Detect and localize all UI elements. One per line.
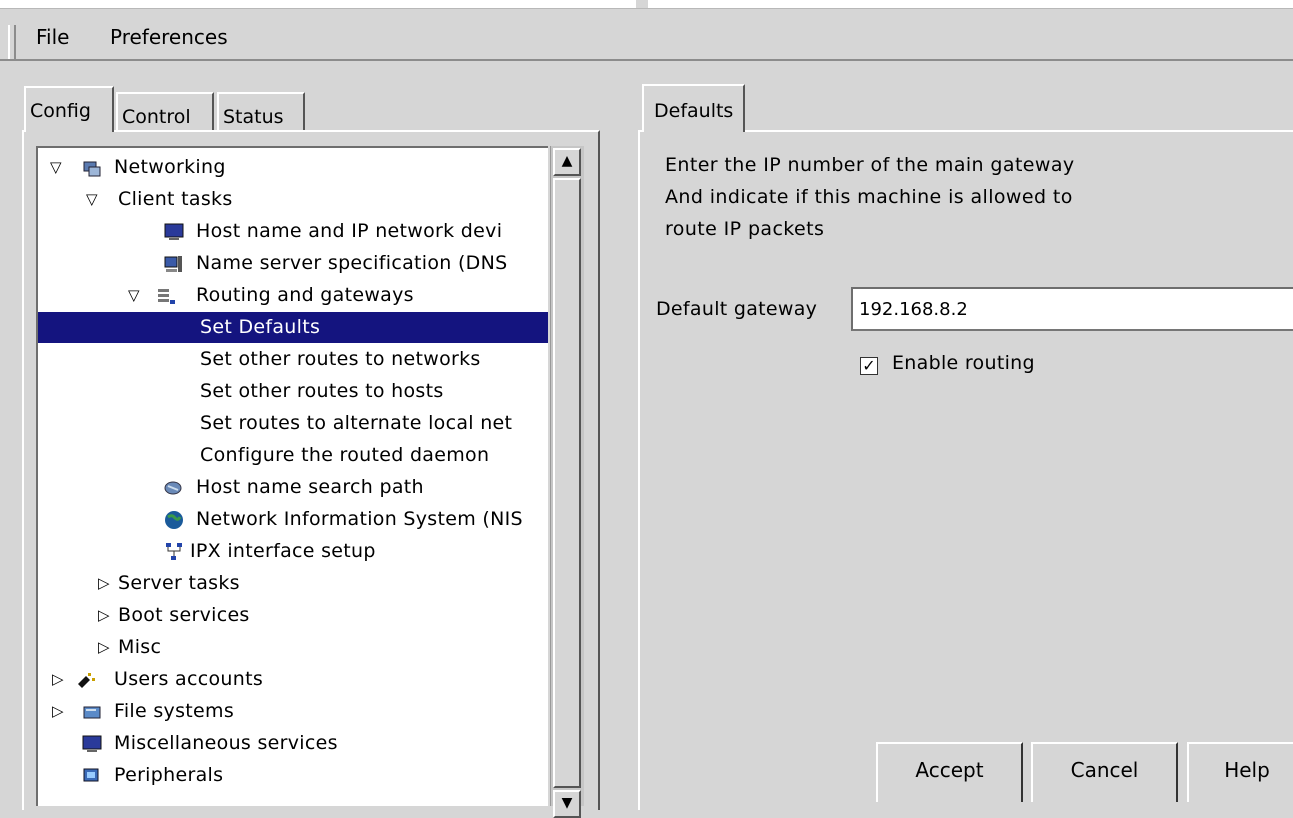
expand-triangle-icon[interactable]: ▷ — [52, 664, 64, 695]
tree-item-label: Server tasks — [118, 572, 240, 594]
tree-item-client-tasks[interactable]: ▽ Client tasks — [38, 184, 548, 215]
tree-item-label: Boot services — [118, 604, 250, 626]
disk-icon — [83, 706, 101, 719]
router-icon — [158, 289, 175, 304]
monitor-icon — [164, 223, 184, 240]
networking-icon — [83, 161, 101, 177]
checkmark-icon: ✓ — [862, 356, 876, 375]
expand-triangle-icon[interactable]: ▷ — [98, 568, 110, 599]
tree-item-label: File systems — [114, 700, 235, 722]
cancel-button[interactable]: Cancel — [1031, 742, 1178, 802]
tree-item-routing-gateways[interactable]: ▽ Routing and gateways — [38, 280, 548, 311]
default-gateway-input[interactable] — [851, 287, 1293, 331]
monitor-icon — [82, 735, 102, 752]
expand-triangle-icon[interactable]: ▷ — [98, 632, 110, 663]
magnifier-icon — [164, 481, 182, 495]
menu-file[interactable]: File — [36, 25, 69, 49]
ipx-network-icon — [166, 543, 182, 560]
tree-item-label: Peripherals — [114, 764, 224, 786]
tree-item-routes-networks[interactable]: Set other routes to networks — [38, 344, 548, 375]
tree-item-label: Host name search path — [196, 476, 424, 498]
enable-routing-label[interactable]: Enable routing — [892, 352, 1035, 374]
tree-item-label: Network Information System (NIS — [196, 508, 523, 530]
title-notch — [636, 0, 648, 8]
collapse-triangle-icon[interactable]: ▽ — [86, 184, 98, 215]
scroll-up-arrow-icon[interactable]: ▲ — [553, 148, 581, 176]
tree-item-label: Host name and IP network devi — [196, 220, 503, 242]
tree-item-routed-daemon[interactable]: Configure the routed daemon — [38, 440, 548, 471]
tab-config[interactable]: Config — [24, 86, 114, 132]
tree-item-boot-services[interactable]: ▷ Boot services — [38, 600, 548, 631]
tree-item-set-defaults[interactable]: Set Defaults — [38, 312, 548, 343]
tree-item-name-server[interactable]: Name server specification (DNS — [38, 248, 548, 279]
tree-item-search-path[interactable]: Host name search path — [38, 472, 548, 503]
menu-preferences[interactable]: Preferences — [110, 25, 228, 49]
tree-item-label: Set other routes to hosts — [200, 380, 444, 402]
tree-item-users-accounts[interactable]: ▷ Users accounts — [38, 664, 548, 695]
tree-item-nis[interactable]: Network Information System (NIS — [38, 504, 548, 535]
tree-item-routes-alternate[interactable]: Set routes to alternate local net — [38, 408, 548, 439]
users-icon — [78, 673, 95, 688]
tree-item-label: IPX interface setup — [190, 540, 376, 562]
tree-item-label: Misc — [118, 636, 162, 658]
tree-item-misc-services[interactable]: Miscellaneous services — [38, 728, 548, 759]
default-gateway-label: Default gateway — [656, 298, 818, 320]
tree-item-misc[interactable]: ▷ Misc — [38, 632, 548, 663]
tree-scrollbar[interactable]: ▲ ▼ — [550, 146, 584, 818]
collapse-triangle-icon[interactable]: ▽ — [50, 152, 62, 183]
expand-triangle-icon[interactable]: ▷ — [52, 696, 64, 727]
tree-item-host-name[interactable]: Host name and IP network devi — [38, 216, 548, 247]
scrollbar-thumb[interactable] — [553, 178, 581, 788]
tree-item-label: Set Defaults — [200, 316, 321, 338]
enable-routing-checkbox[interactable]: ✓ — [860, 357, 878, 375]
tree-item-label: Set routes to alternate local net — [200, 412, 513, 434]
tree-item-file-systems[interactable]: ▷ File systems — [38, 696, 548, 727]
description-line-1: Enter the IP number of the main gateway — [665, 154, 1075, 176]
tab-defaults[interactable]: Defaults — [642, 84, 746, 132]
tree-item-networking[interactable]: ▽ Networking — [38, 152, 548, 183]
tree-item-label: Set other routes to networks — [200, 348, 481, 370]
server-icon — [164, 256, 182, 272]
expand-triangle-icon[interactable]: ▷ — [98, 600, 110, 631]
scroll-down-arrow-icon[interactable]: ▼ — [553, 790, 581, 818]
globe-icon — [165, 511, 183, 529]
tree-item-label: Networking — [114, 156, 226, 178]
accept-button[interactable]: Accept — [876, 742, 1023, 802]
tree-item-server-tasks[interactable]: ▷ Server tasks — [38, 568, 548, 599]
tree-item-label: Users accounts — [114, 668, 264, 690]
description-line-2: And indicate if this machine is allowed … — [665, 186, 1073, 208]
tree-item-routes-hosts[interactable]: Set other routes to hosts — [38, 376, 548, 407]
tab-control[interactable]: Control — [116, 92, 214, 132]
collapse-triangle-icon[interactable]: ▽ — [128, 280, 140, 311]
tree-item-label: Miscellaneous services — [114, 732, 338, 754]
tree-item-label: Configure the routed daemon — [200, 444, 490, 466]
tree-item-label: Routing and gateways — [196, 284, 414, 306]
tab-status[interactable]: Status — [217, 92, 305, 132]
window-top-strip — [0, 0, 1293, 9]
menubar-grip-handle[interactable] — [8, 25, 16, 59]
peripherals-icon — [83, 768, 99, 782]
config-tree[interactable]: ▽ Networking ▽ Client tasks Host name an… — [36, 146, 548, 806]
description-line-3: route IP packets — [665, 218, 825, 240]
tree-item-peripherals[interactable]: Peripherals — [38, 760, 548, 791]
help-button[interactable]: Help — [1187, 742, 1293, 802]
tree-item-label: Name server specification (DNS — [196, 252, 508, 274]
menu-bar: File Preferences — [0, 9, 1293, 61]
tree-item-ipx[interactable]: IPX interface setup — [38, 536, 548, 567]
tree-item-label: Client tasks — [118, 188, 233, 210]
